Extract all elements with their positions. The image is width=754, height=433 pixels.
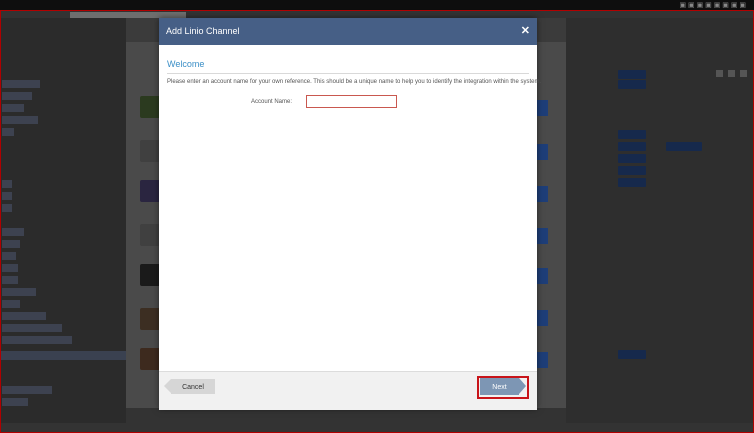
background-left-list bbox=[0, 18, 126, 423]
top-bar: ▣ ▣ ▣ ▣ ▣ ▣ ▣ ▣ bbox=[0, 0, 754, 26]
bg-status-pill bbox=[618, 80, 646, 89]
cancel-arrow-shape bbox=[164, 379, 171, 393]
bg-status-pill bbox=[618, 142, 646, 151]
bg-status-pill bbox=[618, 70, 646, 79]
bg-row bbox=[2, 240, 20, 248]
bg-row bbox=[2, 312, 46, 320]
add-channel-modal: Add Linio Channel ✕ Welcome Please enter… bbox=[159, 18, 542, 410]
background-status-column bbox=[566, 18, 754, 423]
bg-edit-icon bbox=[716, 70, 723, 77]
bg-row bbox=[2, 300, 20, 308]
bg-row bbox=[2, 288, 36, 296]
bg-row bbox=[2, 276, 18, 284]
bg-status-pill bbox=[618, 178, 646, 187]
bg-edit-icon bbox=[728, 70, 735, 77]
bg-row bbox=[2, 180, 12, 188]
welcome-divider bbox=[167, 73, 529, 74]
bg-row bbox=[2, 386, 52, 394]
bg-edit-icon bbox=[740, 70, 747, 77]
bg-status-pill bbox=[618, 166, 646, 175]
bg-row bbox=[2, 80, 40, 88]
bg-row bbox=[2, 92, 32, 100]
account-name-input[interactable] bbox=[306, 95, 397, 108]
screen-border-left bbox=[0, 10, 1, 433]
bg-row bbox=[2, 204, 12, 212]
bg-row bbox=[2, 192, 12, 200]
cancel-button[interactable]: Cancel bbox=[171, 379, 215, 394]
close-icon[interactable]: ✕ bbox=[521, 24, 530, 37]
bg-status-pill bbox=[618, 130, 646, 139]
next-arrow-shape bbox=[519, 378, 526, 394]
modal-header: Add Linio Channel ✕ bbox=[159, 18, 537, 45]
account-name-label: Account Name: bbox=[251, 99, 293, 105]
bg-row bbox=[2, 324, 62, 332]
bg-row bbox=[2, 398, 28, 406]
bg-row bbox=[2, 128, 14, 136]
instructions-text: Please enter an account name for your ow… bbox=[167, 79, 542, 85]
bg-row-selected bbox=[0, 351, 126, 360]
modal-title: Add Linio Channel bbox=[166, 26, 240, 36]
bg-row bbox=[2, 264, 18, 272]
bg-status-pill bbox=[618, 154, 646, 163]
bg-status-pill bbox=[666, 142, 702, 151]
bg-row bbox=[2, 228, 24, 236]
next-button[interactable]: Next bbox=[480, 378, 519, 395]
welcome-heading: Welcome bbox=[167, 59, 205, 69]
bg-row bbox=[2, 104, 24, 112]
bg-row bbox=[2, 252, 16, 260]
bg-status-pill bbox=[618, 350, 646, 359]
bg-row bbox=[2, 116, 38, 124]
top-bar-icons: ▣ ▣ ▣ ▣ ▣ ▣ ▣ ▣ bbox=[679, 2, 746, 9]
bg-row bbox=[2, 336, 72, 344]
